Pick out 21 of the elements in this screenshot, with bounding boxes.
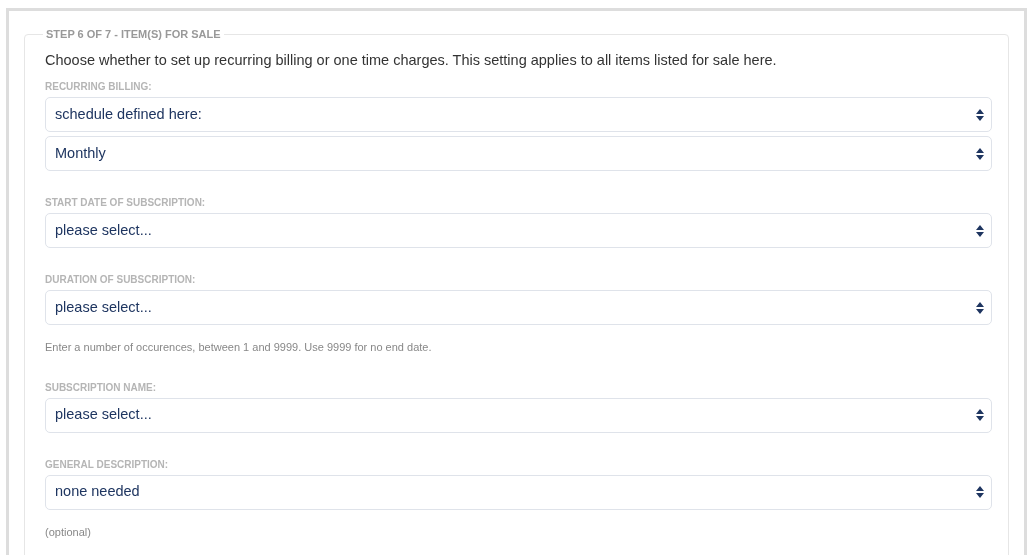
intro-text: Choose whether to set up recurring billing or one time charges. This setting applies to all items listed for sale here. [45, 50, 778, 70]
field-label: GENERAL DESCRIPTION: [45, 458, 170, 471]
select-arrows-icon [976, 224, 984, 237]
help-text: Enter a number of occurences, between 1 and 9999. Use 9999 for no end date. [45, 340, 433, 356]
select-field[interactable]: please select... [45, 290, 992, 326]
help-text: (optional) [45, 524, 92, 540]
select-arrows-icon [976, 409, 984, 422]
field-label: SUBSCRIPTION NAME: [45, 381, 158, 394]
select-arrows-icon [976, 486, 984, 499]
select-arrows-icon [976, 147, 984, 160]
field-label: START DATE OF SUBSCRIPTION: [45, 197, 207, 210]
field-label: RECURRING BILLING: [45, 81, 153, 94]
select-arrows-icon [976, 108, 984, 121]
select-field[interactable]: please select... [45, 213, 992, 249]
select-field[interactable]: Monthly [45, 136, 992, 172]
select-arrows-icon [976, 301, 984, 314]
field-label: DURATION OF SUBSCRIPTION: [45, 274, 197, 287]
select-field[interactable]: none needed [45, 474, 992, 510]
select-field[interactable]: schedule defined here: [45, 97, 992, 133]
section-legend: STEP 6 OF 7 - ITEM(S) FOR SALE [43, 26, 224, 43]
select-field[interactable]: please select... [45, 397, 992, 433]
